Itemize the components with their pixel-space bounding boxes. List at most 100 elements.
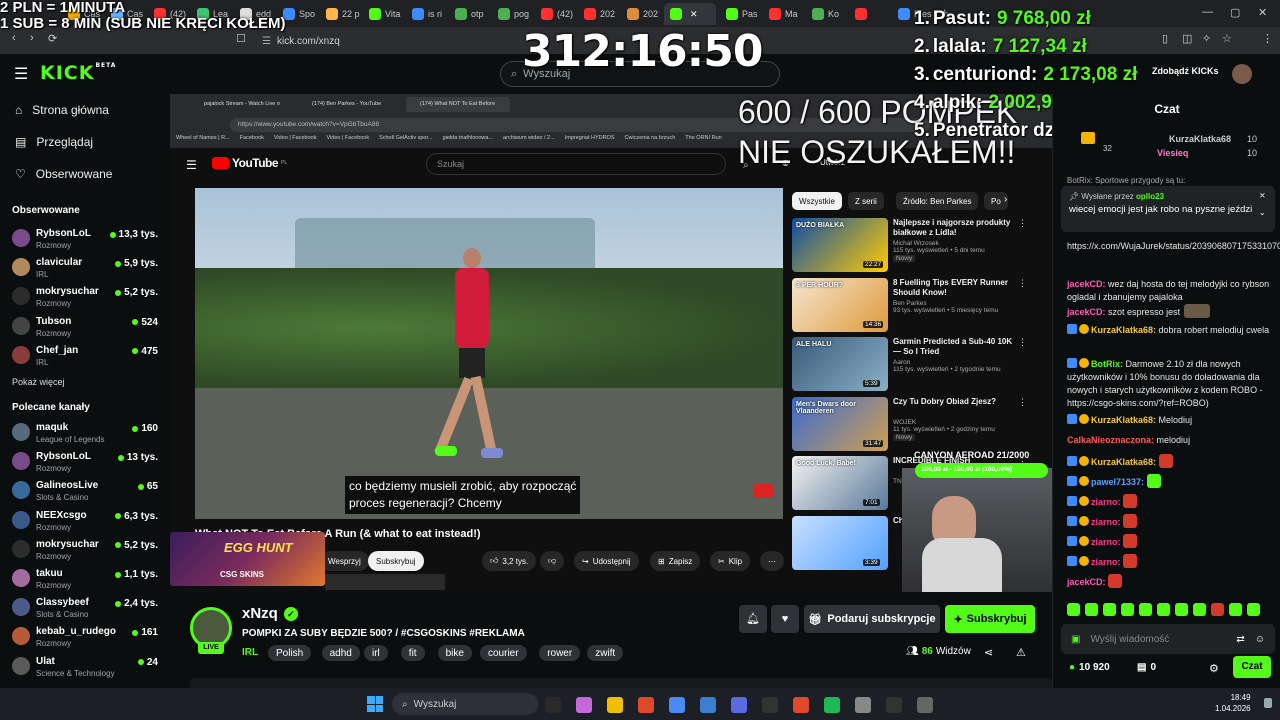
taskbar-app-icon[interactable] [700,697,716,713]
sidebar-channel[interactable]: kebab_u_rudego Rozmowy 161 [12,625,162,653]
chat-send-button[interactable]: Czat [1233,656,1271,678]
browser-tab[interactable]: 202 [621,3,663,25]
taskbar-search[interactable]: ⌕ Wyszukaj [392,693,538,715]
chat-username[interactable]: KurzaKlatka68: [1091,457,1156,467]
stream-tag[interactable]: irl [364,645,388,661]
sidebar-channel[interactable]: RybsonLoL Rozmowy 13 tys. [12,450,162,478]
chat-username[interactable]: BotRix: [1091,359,1123,369]
chat-username[interactable]: KurzaKlatka68: [1091,415,1156,425]
chat-username[interactable]: CalkaNieoznaczona: [1067,435,1154,445]
taskbar-app-icon[interactable] [638,697,654,713]
nav-home[interactable]: ⌂ Strona główna [15,103,109,117]
forward-icon[interactable]: › [30,32,34,44]
report-icon[interactable]: ⚠ [1016,646,1026,659]
user-avatar[interactable] [1232,64,1252,84]
browser-tab[interactable]: (42) [535,3,577,25]
close-tab-icon[interactable]: ✕ [690,9,698,20]
chat-username[interactable]: jacekCD: [1067,307,1106,317]
browser-tab[interactable]: Pas [720,3,762,25]
taskbar-app-icon[interactable] [886,697,902,713]
sidebar-channel[interactable]: mokrysuchar Rozmowy 5,2 tys. [12,285,162,313]
chat-username[interactable]: KurzaKlatka68: [1091,325,1156,335]
chat-username[interactable]: ziarno: [1091,497,1121,507]
sidebar-channel[interactable]: Ulat Science & Technology 24 [12,655,162,683]
chat-username[interactable]: ziarno: [1091,517,1121,527]
quick-emote-icon[interactable] [1247,603,1260,616]
unpin-icon[interactable]: ⨯ [1259,191,1266,200]
quick-emote-icon[interactable] [1085,603,1098,616]
browser-tab[interactable]: pog [492,3,534,25]
sidebar-channel[interactable]: GalineosLive Slots & Casino 65 [12,479,162,507]
copilot-icon[interactable]: ✧ [1202,32,1211,45]
taskbar-app-icon[interactable] [669,697,685,713]
sidebar-channel[interactable]: maquk League of Legends 160 [12,421,162,449]
taskbar-app-icon[interactable] [731,697,747,713]
share-icon[interactable]: ⋖ [984,646,993,659]
close-window-icon[interactable]: ✕ [1258,6,1267,19]
stream-tag[interactable]: rower [539,645,581,661]
maximize-icon[interactable]: ▢ [1230,6,1240,19]
sidebar-channel[interactable]: takuu Rozmowy 1,1 tys. [12,567,162,595]
taskbar-app-icon[interactable] [824,697,840,713]
quick-emote-icon[interactable] [1139,603,1152,616]
sidebar-channel[interactable]: Classybeef Slots & Casino 2,4 tys. [12,596,162,624]
reload-icon[interactable]: ⟳ [48,32,57,45]
taskbar-app-icon[interactable] [576,697,592,713]
browser-tab[interactable] [849,3,891,25]
back-icon[interactable]: ‹ [12,32,16,44]
browser-tab[interactable]: Ma [763,3,805,25]
quick-emote-icon[interactable] [1193,603,1206,616]
browser-tab[interactable]: ✕ [664,3,716,25]
chat-username[interactable]: jacekCD: [1067,577,1106,587]
site-info-icon[interactable]: ☰ [262,36,271,47]
nav-following[interactable]: ♡ Obserwowane [15,167,112,181]
browser-tab[interactable]: 22 p [320,3,362,25]
notification-icon[interactable] [1264,698,1272,708]
stream-tag[interactable]: courier [480,645,527,661]
bookmark-icon[interactable]: ☐ [236,32,246,45]
taskbar-app-icon[interactable] [855,697,871,713]
sidebar-channel[interactable]: mokrysuchar Rozmowy 5,2 tys. [12,538,162,566]
chat-settings-icon[interactable]: ⚙ [1209,662,1219,675]
expand-icon[interactable]: ⌄ [1259,208,1266,217]
quick-emote-icon[interactable] [1121,603,1134,616]
sidebar-channel[interactable]: RybsonLoL Rozmowy 13,3 tys. [12,227,162,255]
hamburger-menu-icon[interactable]: ☰ [14,64,28,84]
kick-logo[interactable]: KICKBETA [40,62,116,84]
stream-tag[interactable]: Polish [268,645,312,661]
sidebar-channel[interactable]: NEEXcsgo Rozmowy 6,3 tys. [12,509,162,537]
translate-icon[interactable]: ⇄ [1236,634,1244,645]
taskbar-app-icon[interactable] [917,697,933,713]
browser-tab[interactable]: 202 [578,3,620,25]
extensions-icon[interactable]: ◫ [1182,32,1192,45]
stream-tag[interactable]: fit [400,645,425,661]
get-kicks-button[interactable]: Zdobądź KICKs [1152,66,1219,76]
sidebar-channel[interactable]: Tubson Rozmowy 524 [12,315,162,343]
emoji-icon[interactable]: ☺ [1255,634,1265,645]
sidebar-channel[interactable]: clavicular IRL 5,9 tys. [12,256,162,284]
chat-username[interactable]: pawel71337: [1091,477,1144,487]
sidebar-channel[interactable]: Chef_jan IRL 475 [12,344,162,372]
gift-sub-button[interactable]: 🎁︎ Podaruj subskrypcje [804,605,940,633]
chat-input[interactable]: ▣ Wyślij wiadomość ⇄ ☺ [1061,624,1275,654]
minimize-icon[interactable]: — [1202,6,1213,18]
notification-bell-icon[interactable]: 🔔︎ [739,605,767,633]
taskbar-app-icon[interactable] [762,697,778,713]
browser-tab[interactable]: Vita [363,3,405,25]
chat-username[interactable]: ziarno: [1091,557,1121,567]
stream-tag[interactable]: bike [437,645,472,661]
stream-category[interactable]: IRL [242,647,258,658]
quick-emote-icon[interactable] [1229,603,1242,616]
taskbar-app-icon[interactable] [607,697,623,713]
taskbar-app-icon[interactable] [545,697,561,713]
browser-tab[interactable]: is ri [406,3,448,25]
browser-tab[interactable]: otp [449,3,491,25]
quick-emote-icon[interactable] [1103,603,1116,616]
chat-gift-icon[interactable]: ▣ [1071,634,1080,645]
quick-emote-icon[interactable] [1067,603,1080,616]
menu-dots-icon[interactable]: ⋮ [1262,32,1273,45]
quick-emote-icon[interactable] [1211,603,1224,616]
stream-tag[interactable]: zwift [587,645,624,661]
show-more-link[interactable]: Pokaż więcej [12,377,65,387]
start-icon[interactable] [367,696,383,712]
